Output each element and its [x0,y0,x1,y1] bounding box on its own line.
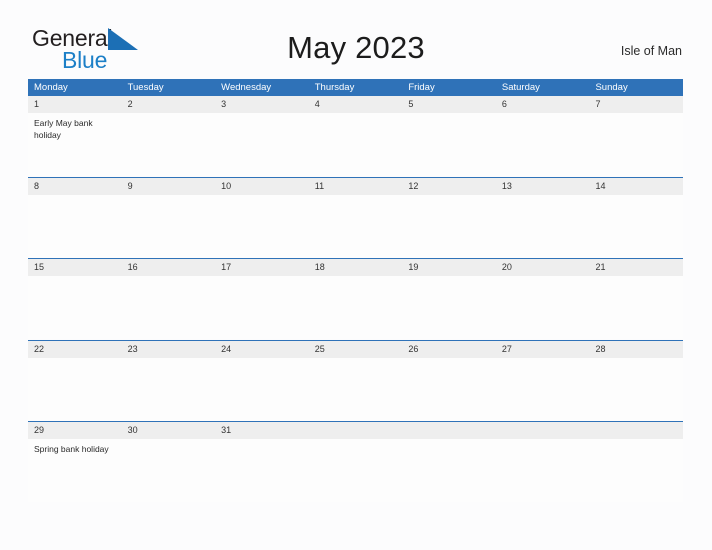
weekday-header-row: Monday Tuesday Wednesday Thursday Friday… [28,79,683,96]
day-event[interactable] [122,113,216,176]
day-event[interactable] [402,276,496,339]
day-event[interactable] [122,195,216,258]
weekday-header-saturday: Saturday [501,82,540,93]
weekday-header-sunday: Sunday [595,82,628,93]
day-event[interactable] [589,276,683,339]
day-event[interactable] [122,358,216,421]
day-event[interactable]: Early May bank holiday [28,113,122,176]
day-event[interactable] [589,195,683,258]
day-number[interactable]: 24 [215,341,309,358]
day-number-empty [589,422,683,439]
day-event[interactable] [309,113,403,176]
day-number[interactable]: 27 [496,341,590,358]
day-number[interactable]: 28 [589,341,683,358]
day-event[interactable] [28,195,122,258]
day-number[interactable]: 17 [215,259,309,276]
day-number[interactable]: 23 [122,341,216,358]
day-event[interactable] [496,358,590,421]
weekday-header-monday: Monday [34,82,68,93]
day-number[interactable]: 22 [28,341,122,358]
day-number[interactable]: 31 [215,422,309,439]
day-event[interactable] [496,276,590,339]
day-event[interactable] [496,195,590,258]
day-event[interactable] [309,276,403,339]
day-event[interactable] [28,276,122,339]
day-event[interactable] [215,195,309,258]
calendar-table: Monday Tuesday Wednesday Thursday Friday… [28,79,683,503]
day-number[interactable]: 7 [589,96,683,113]
day-number[interactable]: 6 [496,96,590,113]
day-event[interactable] [402,113,496,176]
day-number[interactable]: 30 [122,422,216,439]
week-date-band: 8 9 10 11 12 13 14 [28,177,683,195]
day-event[interactable]: Spring bank holiday [28,439,122,502]
day-number[interactable]: 14 [589,178,683,195]
day-event[interactable] [215,439,309,502]
day-event[interactable] [402,358,496,421]
day-event[interactable] [589,113,683,176]
page-header: General Blue May 2023 Isle of Man [0,0,712,72]
day-number[interactable]: 12 [402,178,496,195]
week-event-band: Spring bank holiday [28,439,683,502]
day-number[interactable]: 9 [122,178,216,195]
week-row: 22 23 24 25 26 27 28 [28,339,683,422]
week-date-band: 22 23 24 25 26 27 28 [28,340,683,358]
day-number[interactable]: 20 [496,259,590,276]
week-event-band [28,357,683,421]
day-event-empty [309,439,403,502]
day-number[interactable]: 15 [28,259,122,276]
day-number[interactable]: 10 [215,178,309,195]
day-event[interactable] [122,276,216,339]
day-number[interactable]: 26 [402,341,496,358]
weekday-header-thursday: Thursday [314,82,355,93]
day-event[interactable] [28,358,122,421]
day-number[interactable]: 8 [28,178,122,195]
page-title: May 2023 [287,30,425,65]
day-number[interactable]: 11 [309,178,403,195]
day-event[interactable] [402,195,496,258]
day-event[interactable] [215,113,309,176]
day-event[interactable] [309,195,403,258]
week-date-band: 15 16 17 18 19 20 21 [28,259,683,276]
week-date-band: 29 30 31 [28,422,683,439]
week-row: 8 9 10 11 12 13 14 [28,176,683,259]
weekday-header-wednesday: Wednesday [221,82,272,93]
week-event-band: Early May bank holiday [28,113,683,176]
day-number[interactable]: 4 [309,96,403,113]
day-number[interactable]: 1 [28,96,122,113]
day-event-empty [496,439,590,502]
day-number[interactable]: 18 [309,259,403,276]
day-number[interactable]: 19 [402,259,496,276]
day-event-empty [402,439,496,502]
day-number[interactable]: 5 [402,96,496,113]
location-label: Isle of Man [620,44,682,58]
day-number-empty [309,422,403,439]
day-number[interactable]: 25 [309,341,403,358]
day-number[interactable]: 29 [28,422,122,439]
week-row: 1 2 3 4 5 6 7 Early May bank holiday [28,96,683,177]
day-event[interactable] [122,439,216,502]
day-event[interactable] [309,358,403,421]
week-event-band [28,276,683,339]
week-row: 15 16 17 18 19 20 21 [28,258,683,340]
day-event[interactable] [215,276,309,339]
day-event[interactable] [215,358,309,421]
day-event-empty [589,439,683,502]
day-number[interactable]: 3 [215,96,309,113]
week-row: 29 30 31 Spring bank holiday [28,421,683,503]
weekday-header-tuesday: Tuesday [127,82,164,93]
day-number[interactable]: 13 [496,178,590,195]
day-event[interactable] [496,113,590,176]
day-number[interactable]: 2 [122,96,216,113]
day-number[interactable]: 21 [589,259,683,276]
week-event-band [28,194,683,258]
week-date-band: 1 2 3 4 5 6 7 [28,96,683,113]
day-event[interactable] [589,358,683,421]
day-number-empty [496,422,590,439]
day-number-empty [402,422,496,439]
day-number[interactable]: 16 [122,259,216,276]
weekday-header-friday: Friday [408,82,435,93]
